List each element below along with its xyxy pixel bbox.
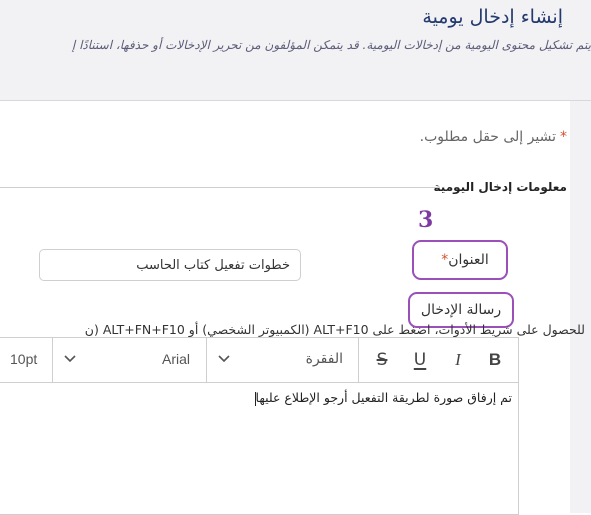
strikethrough-button[interactable]: S <box>368 346 396 374</box>
page-description: يتم تشكيل محتوى اليومية من إدخالات اليوم… <box>71 38 591 52</box>
underline-button[interactable]: U <box>406 346 434 374</box>
font-size-value: 10pt <box>10 351 38 367</box>
chevron-down-icon <box>64 355 76 363</box>
page-title: إنشاء إدخال يومية <box>422 6 563 28</box>
step-number-annotation: 3 <box>418 207 434 233</box>
rich-text-editor[interactable]: B I U S الفقرة Arial 10pt تم إرفاق صورة … <box>0 337 519 515</box>
editor-toolbar: B I U S الفقرة Arial 10pt <box>0 338 518 383</box>
required-asterisk: * <box>560 129 567 145</box>
required-note: *تشير إلى حقل مطلوب. <box>420 129 567 145</box>
toolbar-separator <box>358 338 359 382</box>
toolbar-separator <box>52 338 53 382</box>
title-required-asterisk: * <box>441 252 449 268</box>
page-header: إنشاء إدخال يومية يتم تشكيل محتوى اليومي… <box>0 0 591 101</box>
editor-text: تم إرفاق صورة لطريقة التفعيل أرجو الإطلا… <box>255 390 512 405</box>
toolbar-hint: للحصول على شريط الأدوات، اضغط على ALT+F1… <box>84 322 585 337</box>
editor-content[interactable]: تم إرفاق صورة لطريقة التفعيل أرجو الإطلا… <box>254 390 512 406</box>
chevron-down-icon <box>218 355 230 363</box>
title-label: العنوان <box>448 252 489 268</box>
section-title: معلومات إدخال اليومية <box>433 180 567 194</box>
title-input[interactable] <box>39 249 301 281</box>
paragraph-format-value: الفقرة <box>305 351 343 367</box>
required-note-text: تشير إلى حقل مطلوب. <box>419 129 556 145</box>
italic-button[interactable]: I <box>444 346 472 374</box>
section-divider <box>0 187 440 188</box>
toolbar-separator <box>206 338 207 382</box>
message-label: رسالة الإدخال <box>420 302 502 318</box>
title-label-highlight: العنوان * <box>412 240 508 280</box>
font-family-value: Arial <box>162 351 191 367</box>
bold-button[interactable]: B <box>481 346 509 374</box>
side-margin <box>570 101 591 513</box>
